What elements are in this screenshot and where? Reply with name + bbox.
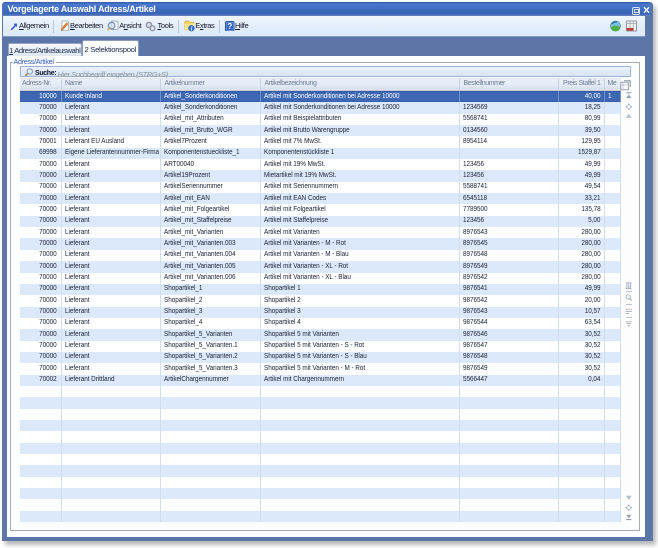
- svg-text:?: ?: [227, 22, 232, 31]
